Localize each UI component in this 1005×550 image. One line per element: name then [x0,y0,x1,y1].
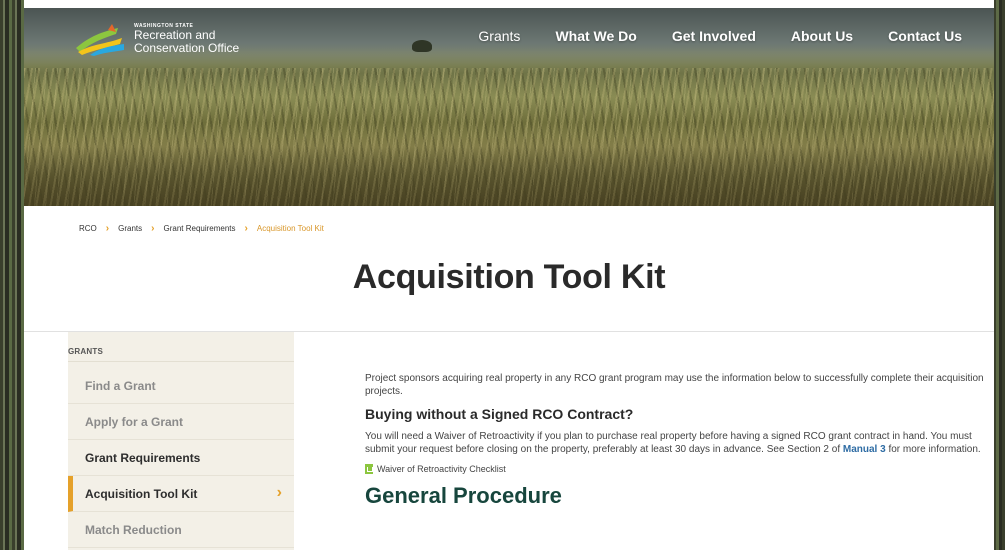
page-title: Acquisition Tool Kit [352,258,666,296]
sidebar-item-match-reduction[interactable]: Match Reduction [68,512,294,548]
background-forest-left [0,0,24,550]
sidebar-item-label: Find a Grant [85,378,156,393]
sidebar-item-apply-for-a-grant[interactable]: Apply for a Grant [68,404,294,440]
breadcrumb-current: Acquisition Tool Kit [256,224,324,233]
sidebar-item-find-a-grant[interactable]: Find a Grant [68,368,294,404]
hero-shade [24,136,994,206]
section-heading-general-procedure: General Procedure [365,483,562,508]
sidebar-item-label: Apply for a Grant [85,414,184,429]
nav-contact-us[interactable]: Contact Us [888,28,962,44]
nav-about-us[interactable]: About Us [791,28,853,44]
hero-banner: WASHINGTON STATE Recreation and Conserva… [24,8,994,206]
main-content: Project sponsors acquiring real property… [365,372,985,509]
waiver-paragraph: You will need a Waiver of Retroactivity … [365,430,985,456]
page: WASHINGTON STATE Recreation and Conserva… [24,0,994,550]
hero-tree [412,40,432,52]
site-logo[interactable]: WASHINGTON STATE Recreation and Conserva… [72,22,239,56]
logo-line1: Recreation and [134,28,216,43]
background-forest-right [993,0,1005,550]
sidebar-item-label: Grant Requirements [85,450,201,465]
manual-3-link[interactable]: Manual 3 [843,444,886,455]
logo-line2: Conservation Office [134,40,240,55]
sidebar-heading: GRANTS [68,347,103,356]
sidebar-item-grant-requirements[interactable]: Grant Requirements [68,440,294,476]
breadcrumb-rco[interactable]: RCO [79,224,97,233]
chevron-right-icon: › [276,484,282,501]
sidebar-item-acquisition-tool-kit[interactable]: Acquisition Tool Kit › [68,476,294,512]
chevron-right-icon: › [105,223,110,234]
sidebar-heading-divider [68,361,294,362]
waiver-checklist-link[interactable]: Waiver of Retroactivity Checklist [365,464,985,474]
logo-text: WASHINGTON STATE Recreation and Conserva… [134,23,240,55]
rco-logo-icon [76,24,124,56]
sidebar-item-label: Match Reduction [85,522,182,537]
nav-get-involved[interactable]: Get Involved [672,28,756,44]
waiver-text-part2: for more information. [885,444,981,455]
waiver-checklist-label: Waiver of Retroactivity Checklist [377,464,506,474]
sidebar-item-label: Acquisition Tool Kit [85,486,198,501]
nav-what-we-do[interactable]: What We Do [555,28,636,44]
breadcrumb-grants[interactable]: Grants [118,224,142,233]
breadcrumb-grant-requirements[interactable]: Grant Requirements [163,224,235,233]
nav-grants[interactable]: Grants [478,28,520,44]
chevron-right-icon: › [244,223,248,234]
breadcrumb: RCO › Grants › Grant Requirements › Acqu… [79,223,324,234]
main-nav: Grants What We Do Get Involved About Us … [443,28,962,44]
intro-paragraph: Project sponsors acquiring real property… [365,373,984,397]
document-icon [365,464,373,474]
chevron-right-icon: › [151,223,155,234]
section-heading-signed-contract: Buying without a Signed RCO Contract? [365,406,634,422]
